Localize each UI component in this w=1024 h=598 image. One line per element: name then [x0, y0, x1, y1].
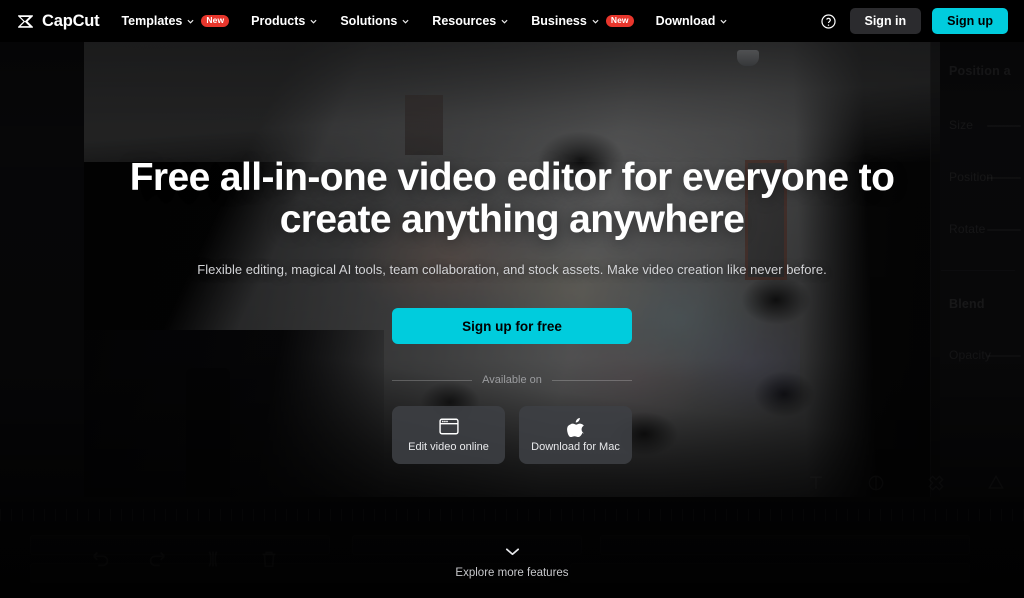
- divider-line-left: [392, 379, 473, 381]
- text-icon: [810, 476, 822, 489]
- sign-up-button[interactable]: Sign up: [932, 8, 1008, 34]
- nav-item-label: Products: [251, 14, 306, 28]
- nav-right-actions: Sign in Sign up: [819, 8, 1008, 34]
- nav-item-solutions[interactable]: Solutions: [340, 14, 410, 28]
- nav-item-label: Business: [531, 14, 587, 28]
- panel-row-size: Size: [949, 118, 974, 132]
- platform-label: Download for Mac: [531, 441, 620, 454]
- nav-item-products[interactable]: Products: [251, 14, 318, 28]
- ceiling-lamp: [737, 50, 759, 66]
- nav-item-templates[interactable]: Templates New: [121, 14, 230, 28]
- photo-ceiling-plane: [84, 42, 940, 162]
- apple-logo-icon: [567, 417, 584, 437]
- edit-video-online-button[interactable]: Edit video online: [392, 406, 505, 465]
- platform-buttons: Edit video online Download for Mac: [392, 406, 632, 465]
- divider-line-right: [551, 379, 633, 381]
- hero-subtitle: Flexible editing, magical AI tools, team…: [197, 262, 827, 278]
- available-on-divider: Available on: [392, 374, 633, 387]
- hero-background-video: Position a Size Position Rotate Blend Op…: [0, 0, 1024, 598]
- chevron-down-icon: [505, 548, 519, 556]
- chevron-down-icon: [187, 19, 194, 24]
- panel-divider: [941, 270, 1015, 271]
- sticker-icon: [928, 475, 944, 491]
- panel-track-position: [987, 177, 1021, 179]
- panel-row-rotate: Rotate: [949, 222, 986, 236]
- foreground-post: [186, 368, 230, 498]
- panel-title: Position a: [949, 64, 1011, 78]
- nav-item-resources[interactable]: Resources: [432, 14, 509, 28]
- capcut-logo-link[interactable]: CapCut: [16, 11, 100, 31]
- brand-name: CapCut: [42, 11, 100, 30]
- chevron-down-icon: [592, 19, 599, 24]
- editor-side-panel: Position a Size Position Rotate Blend Op…: [930, 42, 1024, 497]
- foreground-dark-slab: [84, 330, 384, 497]
- explore-more-label: Explore more features: [455, 567, 569, 579]
- available-on-label: Available on: [482, 374, 542, 387]
- download-for-mac-button[interactable]: Download for Mac: [519, 406, 632, 465]
- timeline-ruler: [0, 509, 1024, 521]
- help-circle-icon: [821, 13, 836, 29]
- panel-track-size: [987, 125, 1021, 127]
- badge-new: New: [201, 14, 230, 28]
- nav-item-label: Download: [655, 14, 716, 28]
- browser-window-icon: [438, 417, 459, 436]
- panel-row-opacity: Opacity: [949, 348, 992, 362]
- nav-item-label: Resources: [432, 14, 497, 28]
- panel-track-opacity: [987, 355, 1021, 357]
- nav-item-download[interactable]: Download: [656, 14, 729, 28]
- capcut-logo-icon: [17, 14, 34, 28]
- window-frame-left: [405, 95, 443, 155]
- chevron-down-icon: [720, 19, 727, 24]
- top-navbar: CapCut Templates New Products Solutions …: [0, 0, 1024, 42]
- nav-links: Templates New Products Solutions Resourc…: [121, 14, 728, 28]
- explore-more-features[interactable]: Explore more features: [0, 547, 1024, 579]
- page-title: Free all-in-one video editor for everyon…: [129, 156, 895, 242]
- nav-item-label: Templates: [121, 14, 183, 28]
- chevron-down-icon: [402, 19, 409, 24]
- panel-section-blend: Blend: [949, 297, 985, 311]
- sign-in-button[interactable]: Sign in: [849, 8, 922, 34]
- platform-label: Edit video online: [408, 441, 489, 454]
- sign-up-for-free-button[interactable]: Sign up for free: [392, 308, 632, 345]
- badge-new: New: [605, 14, 634, 28]
- chevron-down-icon: [310, 19, 317, 24]
- chevron-down-icon: [501, 19, 508, 24]
- mask-icon: [868, 475, 884, 491]
- nav-item-business[interactable]: Business New: [531, 14, 634, 28]
- help-button[interactable]: [819, 11, 839, 31]
- shape-icon: [988, 474, 1004, 489]
- panel-track-rotate: [987, 229, 1021, 231]
- page-root: Position a Size Position Rotate Blend Op…: [0, 0, 1024, 598]
- nav-item-label: Solutions: [340, 14, 398, 28]
